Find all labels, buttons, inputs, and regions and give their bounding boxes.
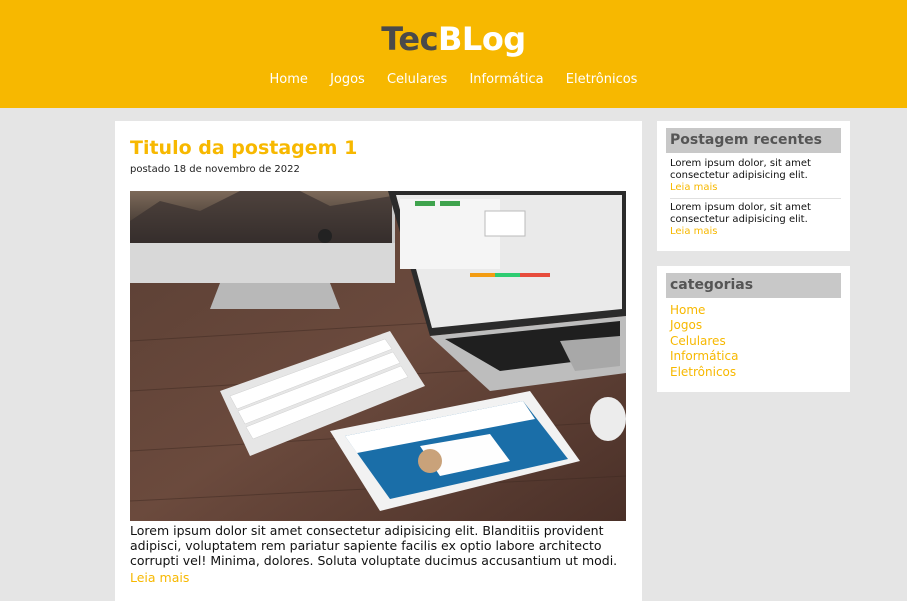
post-title[interactable]: Titulo da postagem 1 — [130, 137, 357, 159]
category-home[interactable]: Home — [670, 303, 738, 318]
recent-post-item: Lorem ipsum dolor, sit amet consectetur … — [670, 158, 840, 194]
recent-post-text: Lorem ipsum dolor, sit amet consectetur … — [670, 202, 811, 225]
post-card: Titulo da postagem 1 postado 18 de novem… — [115, 121, 642, 601]
nav-eletronicos[interactable]: Eletrônicos — [566, 72, 638, 87]
nav-jogos[interactable]: Jogos — [330, 72, 365, 87]
recent-posts-title: Postagem recentes — [666, 128, 841, 153]
recent-post-read-more-link[interactable]: Leia mais — [670, 182, 840, 194]
nav-celulares[interactable]: Celulares — [387, 72, 447, 87]
categories-list: Home Jogos Celulares Informática Eletrôn… — [670, 303, 738, 380]
recent-posts-widget: Postagem recentes Lorem ipsum dolor, sit… — [657, 121, 850, 251]
site-logo[interactable]: TecBLog — [0, 20, 907, 58]
categories-widget: categorias Home Jogos Celulares Informát… — [657, 266, 850, 392]
category-informatica[interactable]: Informática — [670, 349, 738, 364]
recent-post-text: Lorem ipsum dolor, sit amet consectetur … — [670, 158, 811, 181]
category-jogos[interactable]: Jogos — [670, 318, 738, 333]
main-nav: Home Jogos Celulares Informática Eletrôn… — [0, 72, 907, 87]
site-header: TecBLog Home Jogos Celulares Informática… — [0, 0, 907, 108]
logo-part-1: Tec — [381, 20, 439, 58]
nav-informatica[interactable]: Informática — [469, 72, 543, 87]
category-eletronicos[interactable]: Eletrônicos — [670, 365, 738, 380]
post-date: postado 18 de novembro de 2022 — [130, 164, 300, 175]
recent-post-item: Lorem ipsum dolor, sit amet consectetur … — [670, 202, 840, 238]
post-image — [130, 191, 626, 521]
logo-part-2: BLog — [438, 20, 526, 58]
post-read-more-link[interactable]: Leia mais — [130, 570, 189, 585]
divider — [670, 198, 841, 199]
category-celulares[interactable]: Celulares — [670, 334, 738, 349]
recent-post-read-more-link[interactable]: Leia mais — [670, 226, 840, 238]
desk-devices-photo — [130, 191, 626, 521]
categories-title: categorias — [666, 273, 841, 298]
nav-home[interactable]: Home — [270, 72, 308, 87]
post-excerpt: Lorem ipsum dolor sit amet consectetur a… — [130, 523, 618, 568]
